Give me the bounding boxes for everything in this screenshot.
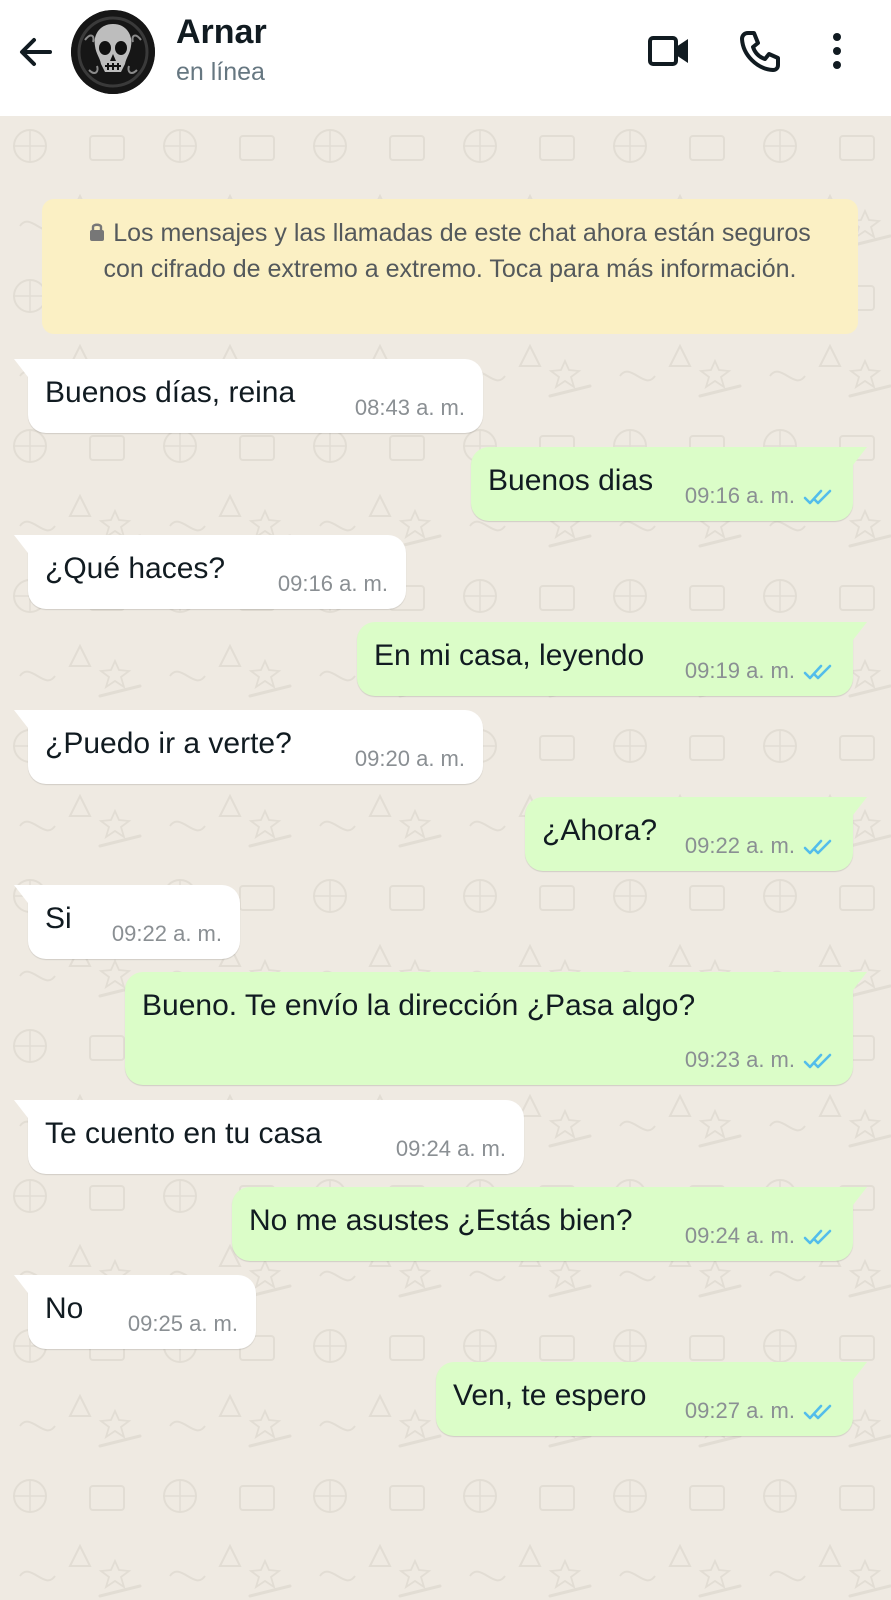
message-time: 09:16 a. m. (684, 483, 795, 508)
message-time: 09:19 a. m. (684, 658, 795, 683)
message-time: 09:20 a. m. (354, 746, 465, 771)
message-text: Bueno. Te envío la dirección ¿Pasa algo? (142, 989, 696, 1022)
encryption-notice[interactable]: Los mensajes y las llamadas de este chat… (42, 199, 858, 334)
message-text: ¿Qué haces? (45, 552, 226, 585)
message-time: 08:43 a. m. (354, 395, 465, 420)
message-text: Te cuento en tu casa (45, 1117, 322, 1150)
message-outgoing[interactable]: En mi casa, leyendo 09:19 a. m. (357, 622, 867, 696)
message-incoming[interactable]: ¿Puedo ir a verte? 09:20 a. m. (14, 710, 483, 784)
message-text: No me asustes ¿Estás bien? (249, 1204, 633, 1237)
double-check-icon (803, 664, 832, 680)
avatar[interactable] (71, 10, 155, 94)
message-outgoing[interactable]: Ven, te espero 09:27 a. m. (436, 1362, 867, 1436)
message-time: 09:27 a. m. (684, 1398, 795, 1423)
contact-status: en línea (176, 58, 265, 86)
message-text: Buenos días, reina (45, 376, 296, 409)
message-time: 09:24 a. m. (395, 1136, 506, 1161)
message-text: ¿Ahora? (542, 814, 658, 847)
message-incoming[interactable]: Si 09:22 a. m. (14, 885, 240, 959)
encryption-notice-text: Los mensajes y las llamadas de este chat… (103, 219, 811, 283)
message-text: No (45, 1292, 84, 1325)
double-check-icon (803, 1229, 832, 1245)
message-incoming[interactable]: Buenos días, reina 08:43 a. m. (14, 359, 483, 433)
more-options-icon[interactable] (830, 28, 860, 74)
message-text: En mi casa, leyendo (374, 639, 645, 672)
message-incoming[interactable]: Te cuento en tu casa 09:24 a. m. (14, 1100, 524, 1174)
double-check-icon (803, 489, 832, 505)
message-incoming[interactable]: ¿Qué haces? 09:16 a. m. (14, 535, 406, 609)
back-arrow-icon[interactable] (14, 30, 58, 74)
double-check-icon (803, 839, 832, 855)
message-time: 09:16 a. m. (277, 571, 388, 596)
video-camera-icon[interactable] (646, 28, 692, 74)
message-text: ¿Puedo ir a verte? (45, 727, 292, 760)
message-incoming[interactable]: No 09:25 a. m. (14, 1275, 256, 1349)
double-check-icon (803, 1053, 832, 1069)
message-outgoing[interactable]: No me asustes ¿Estás bien? 09:24 a. m. (232, 1187, 867, 1261)
message-outgoing[interactable]: ¿Ahora? 09:22 a. m. (525, 797, 867, 871)
message-time: 09:23 a. m. (684, 1047, 795, 1072)
message-time: 09:24 a. m. (684, 1223, 795, 1248)
message-outgoing[interactable]: Bueno. Te envío la dirección ¿Pasa algo?… (125, 972, 867, 1085)
phone-icon[interactable] (737, 28, 783, 74)
chat-area[interactable]: Los mensajes y las llamadas de este chat… (0, 116, 891, 1600)
message-text: Si (45, 902, 72, 935)
message-time: 09:22 a. m. (111, 921, 222, 946)
message-time: 09:25 a. m. (127, 1311, 238, 1336)
double-check-icon (803, 1404, 832, 1420)
message-time: 09:22 a. m. (684, 833, 795, 858)
contact-name[interactable]: Arnar (176, 13, 267, 52)
message-text: Buenos dias (488, 464, 654, 497)
message-text: Ven, te espero (453, 1379, 647, 1412)
chat-header: Arnar en línea (0, 0, 891, 116)
message-outgoing[interactable]: Buenos dias 09:16 a. m. (471, 447, 867, 521)
lock-icon (90, 223, 105, 241)
